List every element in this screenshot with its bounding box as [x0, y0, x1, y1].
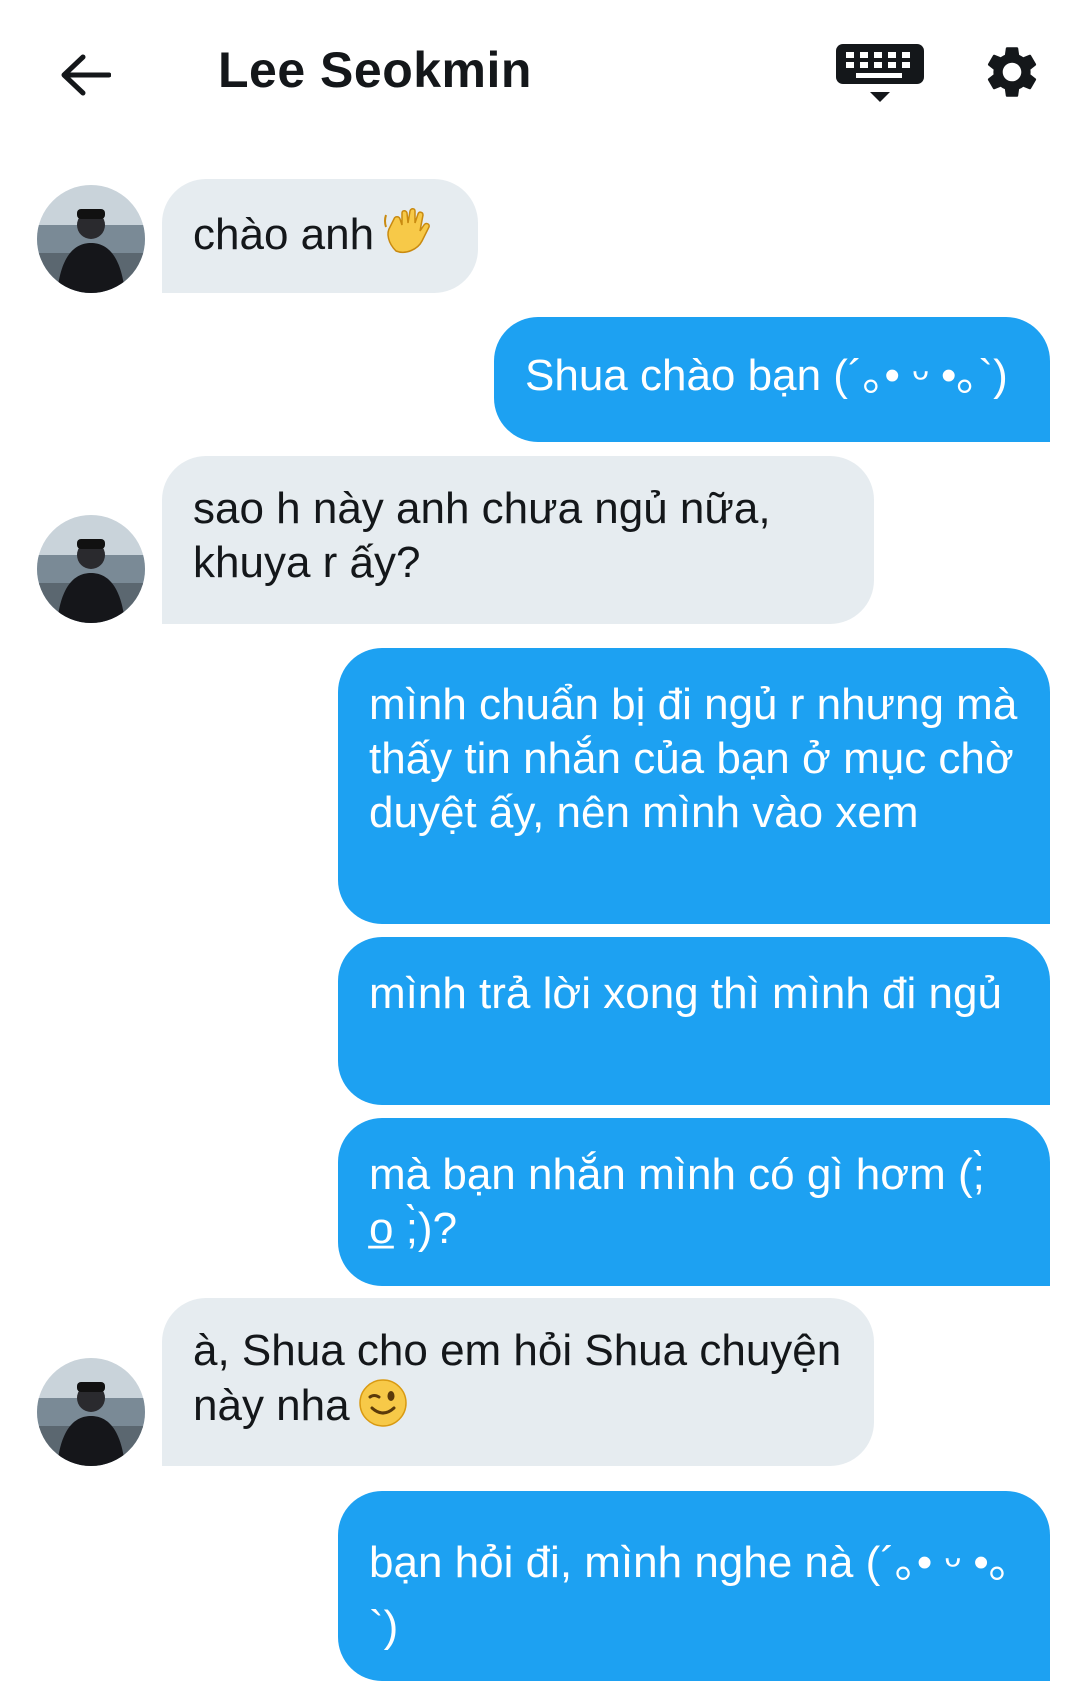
waving-hand-emoji	[382, 205, 434, 270]
message-text: mà bạn nhắn mình có gì hơm (;̀ o̲ ;̀)?	[369, 1150, 985, 1253]
message-text: chào anh	[193, 210, 375, 259]
message-bubble-incoming[interactable]: sao h này anh chưa ngủ nữa, khuya r ấy?	[162, 456, 874, 624]
conversation-title: Lee Seokmin	[218, 42, 532, 98]
message-bubble-outgoing[interactable]: Shua chào bạn (´｡• ᵕ •｡`)	[494, 317, 1050, 442]
winking-face-emoji	[358, 1378, 408, 1441]
message-text: mình trả lời xong thì mình đi ngủ	[369, 969, 1002, 1018]
avatar[interactable]	[37, 1358, 145, 1466]
keyboard-shortcuts-button[interactable]	[830, 36, 930, 112]
avatar[interactable]	[37, 515, 145, 623]
message-bubble-outgoing[interactable]: mình chuẩn bị đi ngủ r nhưng mà thấy tin…	[338, 648, 1050, 924]
gear-icon	[987, 47, 1037, 97]
message-text: bạn hỏi đi, mình nghe nà (´｡• ᵕ •｡`)	[369, 1538, 1011, 1651]
message-text: à, Shua cho em hỏi Shua chuyện này nha	[193, 1326, 842, 1430]
message-bubble-incoming[interactable]: à, Shua cho em hỏi Shua chuyện này nha	[162, 1298, 874, 1466]
avatar[interactable]	[37, 185, 145, 293]
keyboard-icon	[836, 44, 924, 102]
conversation-header: Lee Seokmin	[0, 0, 1080, 140]
message-text: Shua chào bạn (´｡• ᵕ •｡`)	[525, 351, 1008, 400]
arrow-left-icon	[61, 54, 111, 96]
message-bubble-outgoing[interactable]: mà bạn nhắn mình có gì hơm (;̀ o̲ ;̀)?	[338, 1118, 1050, 1286]
message-text: sao h này anh chưa ngủ nữa, khuya r ấy?	[193, 484, 771, 587]
message-bubble-outgoing[interactable]: bạn hỏi đi, mình nghe nà (´｡• ᵕ •｡`)	[338, 1491, 1050, 1681]
message-bubble-incoming[interactable]: chào anh	[162, 179, 478, 293]
message-text: mình chuẩn bị đi ngủ r nhưng mà thấy tin…	[369, 680, 1018, 837]
message-bubble-outgoing[interactable]: mình trả lời xong thì mình đi ngủ	[338, 937, 1050, 1105]
back-button[interactable]	[50, 40, 120, 110]
settings-button[interactable]	[970, 30, 1054, 114]
